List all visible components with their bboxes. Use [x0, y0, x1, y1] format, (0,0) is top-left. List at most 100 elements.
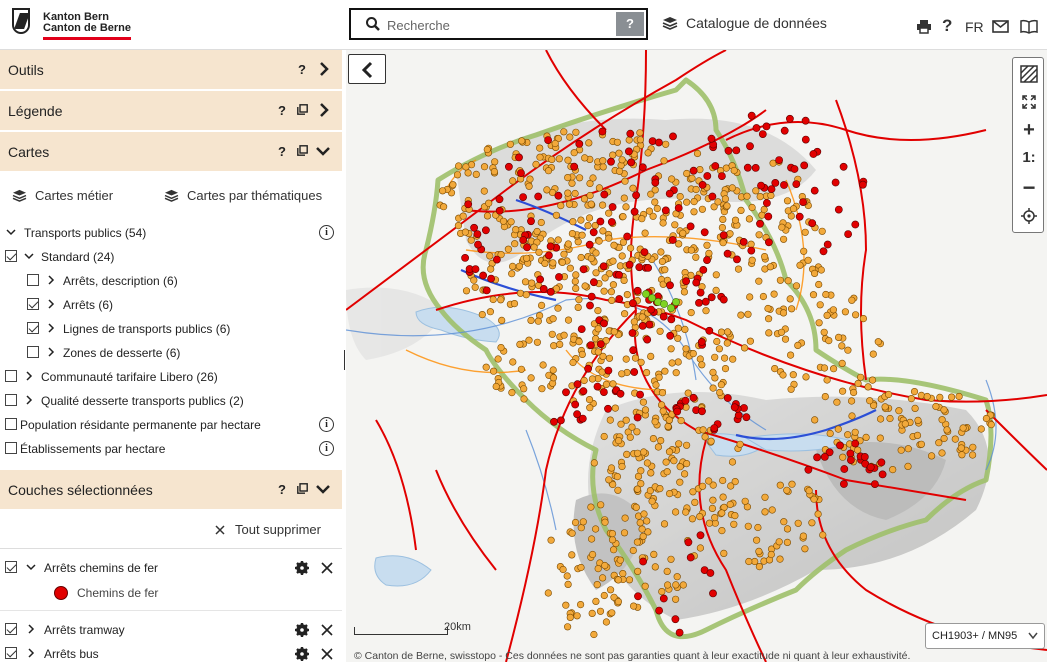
- checkbox[interactable]: [27, 274, 39, 286]
- tree-item-transports-publics[interactable]: Transports publics (54) i: [0, 225, 342, 248]
- checkbox[interactable]: [5, 250, 17, 262]
- tree-item-etablissements[interactable]: Établissements par hectare i: [0, 441, 342, 464]
- checkbox[interactable]: [27, 322, 39, 334]
- chevron-down-icon[interactable]: [6, 227, 16, 237]
- checkbox[interactable]: [5, 623, 17, 635]
- popout-window-icon[interactable]: [297, 483, 308, 494]
- zoom-in-button[interactable]: +: [1013, 116, 1045, 144]
- chevron-down-icon[interactable]: [316, 482, 330, 496]
- bus-stop-marker: [683, 460, 691, 468]
- help-icon[interactable]: ?: [298, 62, 306, 77]
- bus-stop-marker: [651, 186, 659, 194]
- bus-stop-marker: [533, 227, 541, 236]
- checkbox[interactable]: [5, 442, 17, 454]
- help-icon[interactable]: ?: [278, 103, 286, 118]
- close-icon[interactable]: [321, 648, 333, 660]
- bus-stop-marker: [767, 191, 775, 200]
- chevron-down-icon[interactable]: [26, 562, 36, 572]
- fullscreen-icon[interactable]: [1013, 88, 1045, 116]
- bus-stop-marker: [482, 363, 490, 371]
- splitter-handle[interactable]: [344, 350, 345, 370]
- help-icon[interactable]: ?: [278, 144, 286, 159]
- popout-window-icon[interactable]: [297, 145, 308, 156]
- railway-stop-marker: [544, 136, 552, 144]
- gear-icon[interactable]: [295, 561, 309, 575]
- scale-ratio-button[interactable]: 1:: [1013, 144, 1045, 172]
- checkbox[interactable]: [5, 647, 17, 659]
- checkbox[interactable]: [5, 561, 17, 573]
- map-canvas[interactable]: [346, 50, 1047, 662]
- bus-stop-marker: [901, 420, 909, 428]
- chevron-right-icon[interactable]: [24, 371, 34, 381]
- gear-icon[interactable]: [295, 647, 309, 661]
- popout-window-icon[interactable]: [297, 104, 308, 115]
- bus-stop-marker: [911, 404, 919, 413]
- layer-row-tramway[interactable]: Arrêts tramway: [0, 623, 342, 645]
- layer-row-chemins-de-fer[interactable]: Arrêts chemins de fer: [0, 561, 342, 583]
- zoom-out-button[interactable]: −: [1013, 174, 1045, 202]
- chevron-right-icon[interactable]: [318, 103, 330, 117]
- bus-stop-marker: [848, 412, 856, 420]
- railway-stop-marker: [615, 270, 623, 279]
- chevron-right-icon[interactable]: [318, 62, 330, 76]
- crs-select[interactable]: CH1903+ / MN95: [925, 623, 1045, 649]
- bus-stop-marker: [491, 158, 499, 166]
- railway-stop-marker: [819, 247, 828, 256]
- catalog-button[interactable]: Catalogue de données: [662, 15, 827, 31]
- info-icon[interactable]: i: [319, 225, 334, 240]
- help-icon[interactable]: ?: [278, 482, 286, 497]
- layers-icon: [12, 189, 27, 202]
- checkbox[interactable]: [5, 418, 17, 430]
- bus-stop-marker: [563, 572, 571, 580]
- chevron-down-icon[interactable]: [24, 251, 34, 261]
- search-input[interactable]: [387, 14, 607, 36]
- section-couches-selectionnees[interactable]: Couches sélectionnées ?: [0, 470, 342, 510]
- bus-stop-marker: [622, 416, 630, 424]
- info-icon[interactable]: i: [319, 417, 334, 432]
- checkbox[interactable]: [27, 346, 39, 358]
- chevron-right-icon[interactable]: [46, 299, 56, 309]
- bus-stop-marker: [658, 257, 667, 266]
- bus-stop-marker: [814, 510, 822, 518]
- canton-bern-logo[interactable]: [12, 8, 30, 34]
- chevron-right-icon[interactable]: [24, 395, 34, 405]
- tab-cartes-thematiques[interactable]: Cartes par thématiques: [164, 188, 322, 203]
- gear-icon[interactable]: [295, 623, 309, 637]
- book-icon[interactable]: [1020, 19, 1038, 34]
- collapse-panel-button[interactable]: [348, 54, 386, 84]
- chevron-right-icon[interactable]: [46, 275, 56, 285]
- railway-stop-marker: [698, 180, 707, 189]
- railway-stop-marker: [839, 162, 848, 171]
- checkbox[interactable]: [5, 394, 17, 406]
- language-selector[interactable]: FR: [965, 19, 984, 35]
- chevron-right-icon[interactable]: [46, 347, 56, 357]
- chevron-right-icon[interactable]: [26, 624, 36, 634]
- chevron-down-icon[interactable]: [316, 144, 330, 158]
- map-background-icon[interactable]: [1013, 60, 1045, 88]
- info-icon[interactable]: i: [319, 441, 334, 456]
- close-icon[interactable]: [321, 562, 333, 574]
- bus-stop-marker: [608, 296, 616, 304]
- bus-stop-marker: [668, 359, 676, 367]
- section-cartes[interactable]: Cartes ?: [0, 132, 342, 172]
- checkbox[interactable]: [27, 298, 39, 310]
- chevron-right-icon[interactable]: [26, 648, 36, 658]
- clear-all-button[interactable]: Tout supprimer: [215, 522, 321, 537]
- layer-row-bus[interactable]: Arrêts bus: [0, 647, 342, 662]
- map-view[interactable]: + 1: − 20km CH1903+ / MN95 © Canton de B…: [346, 50, 1047, 662]
- mail-icon[interactable]: [992, 20, 1009, 33]
- bus-stop-marker: [779, 371, 787, 379]
- help-icon[interactable]: ?: [942, 16, 952, 36]
- tree-item-population[interactable]: Population résidante permanente par hect…: [0, 417, 342, 440]
- section-legende[interactable]: Légende ?: [0, 91, 342, 131]
- close-icon[interactable]: [321, 624, 333, 636]
- section-outils[interactable]: Outils ?: [0, 50, 342, 90]
- locate-icon[interactable]: [1013, 202, 1045, 230]
- bus-stop-marker: [572, 271, 580, 279]
- checkbox[interactable]: [5, 370, 17, 382]
- tab-cartes-metier[interactable]: Cartes métier: [12, 188, 113, 203]
- search-help-button[interactable]: ?: [616, 12, 644, 36]
- chevron-right-icon[interactable]: [46, 323, 56, 333]
- print-icon[interactable]: [916, 19, 932, 34]
- bus-stop-marker: [462, 163, 470, 171]
